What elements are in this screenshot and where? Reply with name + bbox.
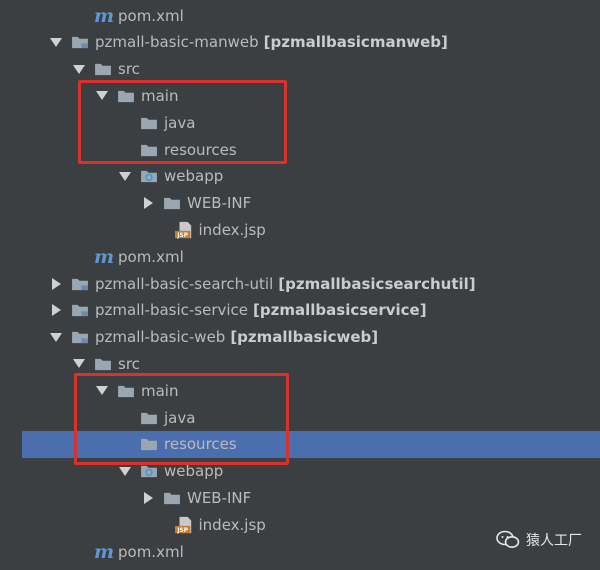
tree-item-label: index.jsp	[198, 515, 266, 534]
tree-row[interactable]: webapp	[0, 163, 600, 190]
svg-text:JSP: JSP	[176, 233, 188, 239]
folder-icon	[141, 439, 157, 451]
tree-item-label: src	[118, 354, 140, 373]
expand-arrow-down-icon[interactable]	[96, 91, 108, 101]
tree-item-label: main	[141, 86, 179, 105]
tree-item-label: pzmall-basic-service	[95, 301, 249, 320]
maven-icon: m	[94, 4, 115, 27]
folder-icon	[118, 385, 134, 397]
folder-icon	[141, 144, 157, 156]
tree-row[interactable]: pzmall-basic-service [pzmallbasicservice]	[0, 297, 600, 324]
tree-item-label: src	[118, 60, 140, 79]
folder-icon	[118, 90, 134, 102]
tree-row[interactable]: pzmall-basic-web [pzmallbasicweb]	[0, 324, 600, 351]
tree-row[interactable]: pzmall-basic-search-util [pzmallbasicsear…	[0, 270, 600, 297]
folder-icon	[164, 197, 180, 210]
jsp-file-icon: JSP	[174, 221, 191, 239]
module-folder-icon	[72, 331, 88, 344]
tree-row[interactable]: WEB-INF	[0, 484, 600, 511]
tree-item-label: pom.xml	[118, 542, 184, 561]
tree-row[interactable]: WEB-INF	[0, 190, 600, 217]
tree-item-label: pom.xml	[118, 6, 184, 25]
expand-arrow-down-icon[interactable]	[96, 386, 108, 396]
module-folder-icon	[72, 305, 88, 317]
svg-text:JSP: JSP	[176, 528, 188, 534]
tree-row[interactable]: m pom.xml	[0, 243, 600, 270]
tree-item-label: java	[164, 408, 196, 427]
collapse-arrow-right-icon[interactable]	[144, 491, 153, 504]
collapse-arrow-right-icon[interactable]	[144, 197, 153, 210]
tree-item-label: resources	[164, 140, 237, 159]
web-folder-icon	[141, 171, 157, 183]
tree-item-label: java	[164, 113, 196, 132]
expand-arrow-down-icon[interactable]	[119, 171, 131, 181]
watermark: 猿人工厂	[496, 530, 582, 550]
collapse-arrow-right-icon[interactable]	[52, 304, 61, 317]
tree-row[interactable]: webapp	[0, 458, 600, 485]
folder-icon	[164, 492, 180, 504]
maven-icon: m	[94, 540, 115, 563]
folder-icon	[95, 358, 111, 370]
tree-row[interactable]: main	[0, 377, 600, 404]
tree-row[interactable]: main	[0, 82, 600, 109]
tree-row[interactable]: JSP index.jsp	[0, 216, 600, 243]
folder-icon	[95, 63, 111, 76]
tree-item-label: pzmall-basic-search-util	[95, 274, 274, 293]
module-folder-icon	[72, 278, 88, 290]
tree-item-label: main	[141, 381, 179, 400]
tree-row[interactable]: m pom.xml	[0, 2, 600, 29]
jsp-file-icon: JSP	[174, 516, 191, 534]
watermark-text: 猿人工厂	[526, 533, 582, 549]
tree-item-label: WEB-INF	[187, 488, 252, 507]
tree-item-label: pom.xml	[118, 247, 184, 266]
tree-row[interactable]: src	[0, 56, 600, 83]
tree-item-label: pzmall-basic-manweb	[95, 33, 259, 52]
module-name-label: [pzmallbasicmanweb]	[263, 33, 448, 52]
wechat-icon	[496, 530, 520, 548]
tree-item-label: webapp	[164, 167, 224, 186]
tree-item-label: pzmall-basic-web	[95, 328, 226, 347]
tree-item-label: index.jsp	[198, 220, 266, 239]
expand-arrow-down-icon[interactable]	[50, 37, 62, 47]
tree-item-label: resources	[164, 435, 237, 454]
expand-arrow-down-icon[interactable]	[119, 466, 131, 476]
module-name-label: [pzmallbasicservice]	[253, 301, 427, 320]
tree-row[interactable]: java	[0, 109, 600, 136]
tree-item-label: WEB-INF	[187, 194, 252, 213]
tree-row[interactable]: pzmall-basic-manweb [pzmallbasicmanweb]	[0, 29, 600, 56]
module-name-label: [pzmallbasicweb]	[230, 328, 379, 347]
tree-row[interactable]: resources	[22, 430, 600, 458]
project-tree: m pom.xml pzmall-basic-manweb [pzmallbasicm…	[0, 0, 600, 570]
module-name-label: [pzmallbasicsearchutil]	[278, 274, 476, 293]
tree-row[interactable]: java	[0, 404, 600, 431]
module-folder-icon	[72, 37, 88, 49]
maven-icon: m	[94, 245, 115, 268]
tree-item-label: webapp	[164, 462, 224, 481]
expand-arrow-down-icon[interactable]	[50, 332, 62, 342]
expand-arrow-down-icon[interactable]	[73, 359, 85, 369]
web-folder-icon	[141, 465, 157, 478]
folder-icon	[141, 412, 157, 424]
tree-row[interactable]: resources	[0, 136, 600, 163]
folder-icon	[141, 117, 157, 129]
tree-row[interactable]: src	[0, 350, 600, 377]
collapse-arrow-right-icon[interactable]	[52, 277, 61, 290]
expand-arrow-down-icon[interactable]	[73, 64, 85, 74]
